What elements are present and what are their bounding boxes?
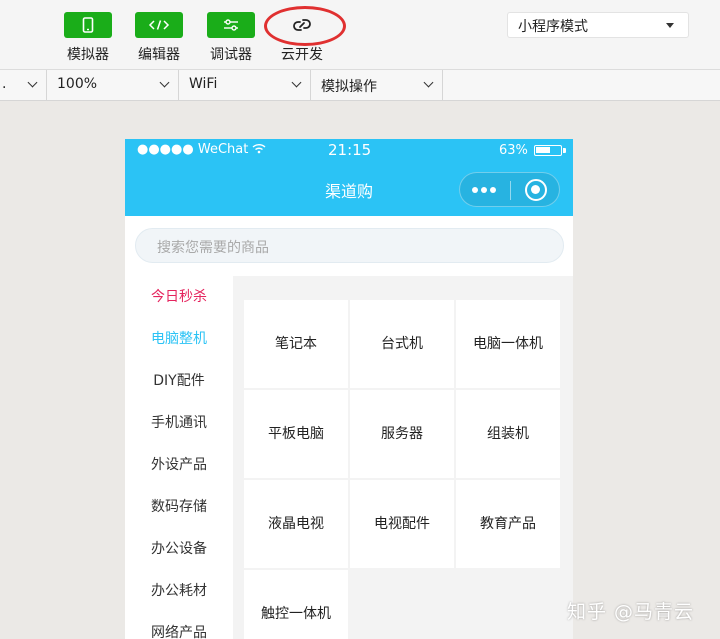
nav-bar: 渠道购 — [125, 161, 573, 216]
product-cell[interactable]: 平板电脑 — [244, 390, 348, 478]
clock: 21:15 — [328, 141, 372, 159]
category-item-active[interactable]: 电脑整机 — [125, 318, 233, 360]
product-cell[interactable]: 台式机 — [350, 300, 454, 388]
wifi-icon — [253, 144, 266, 154]
category-item[interactable]: 今日秒杀 — [125, 276, 233, 318]
zoom-value: 100% — [57, 76, 98, 92]
network-value: WiFi — [189, 76, 218, 92]
category-item[interactable]: 手机通讯 — [125, 402, 233, 444]
cloud-dev-label: 云开发 — [281, 47, 323, 63]
battery-fill — [536, 147, 550, 153]
product-cell[interactable]: 笔记本 — [244, 300, 348, 388]
product-cell[interactable]: 教育产品 — [456, 480, 560, 568]
capsule-menu — [459, 172, 560, 207]
category-item[interactable]: 外设产品 — [125, 444, 233, 486]
simulator-tool[interactable]: 模拟器 — [63, 12, 113, 64]
highlight-circle — [264, 6, 346, 46]
product-cell[interactable]: 组装机 — [456, 390, 560, 478]
debugger-tool[interactable]: 调试器 — [206, 12, 256, 64]
simulate-dropdown[interactable]: 模拟操作 — [311, 70, 443, 101]
chevron-down-icon — [423, 77, 434, 88]
product-cell[interactable]: 服务器 — [350, 390, 454, 478]
sliders-icon[interactable] — [207, 12, 255, 38]
editor-tool[interactable]: 编辑器 — [134, 12, 184, 64]
mode-select[interactable]: 小程序模式 — [507, 12, 689, 38]
network-dropdown[interactable]: WiFi — [179, 70, 311, 101]
phone-simulator: ●●●●● WeChat 21:15 63% 渠道购 搜索您需要的商品 今日秒杀… — [125, 139, 573, 639]
battery-percent: 63% — [499, 143, 528, 158]
carrier-label: ●●●●● WeChat — [137, 142, 266, 157]
zoom-dropdown[interactable]: 100% — [47, 70, 179, 101]
device-dropdown[interactable]: . — [0, 70, 47, 101]
product-grid: 笔记本 台式机 电脑一体机 平板电脑 服务器 组装机 液晶电视 电视配件 教育产… — [244, 300, 560, 639]
watermark: 知乎 @马青云 — [567, 601, 695, 623]
phone-icon[interactable] — [64, 12, 112, 38]
capsule-divider — [510, 181, 511, 200]
product-cell[interactable]: 触控一体机 — [244, 570, 348, 639]
close-target-icon[interactable] — [525, 179, 547, 201]
code-icon[interactable] — [135, 12, 183, 38]
more-icon[interactable] — [472, 187, 496, 193]
mode-select-value: 小程序模式 — [518, 19, 588, 35]
category-sidebar: 今日秒杀 电脑整机 DIY配件 手机通讯 外设产品 数码存储 办公设备 办公耗材… — [125, 276, 233, 639]
search-area: 搜索您需要的商品 — [125, 216, 573, 276]
editor-label: 编辑器 — [138, 47, 180, 63]
product-cell[interactable]: 电脑一体机 — [456, 300, 560, 388]
simulator-toolbar: . 100% WiFi 模拟操作 — [0, 70, 720, 101]
chevron-down-icon — [159, 77, 170, 88]
carrier-text: ●●●●● WeChat — [137, 142, 249, 157]
chevron-down-icon — [27, 77, 38, 88]
chevron-down-icon — [291, 77, 302, 88]
simulate-value: 模拟操作 — [321, 79, 377, 95]
category-item[interactable]: 办公耗材 — [125, 570, 233, 612]
category-item[interactable]: 办公设备 — [125, 528, 233, 570]
caret-down-icon — [666, 23, 674, 28]
top-toolbar: 模拟器 编辑器 调试器 云开发 小程序模式 — [0, 0, 720, 70]
battery-icon — [534, 145, 566, 156]
search-input[interactable]: 搜索您需要的商品 — [135, 228, 564, 263]
product-cell[interactable]: 电视配件 — [350, 480, 454, 568]
category-item[interactable]: DIY配件 — [125, 360, 233, 402]
simulator-label: 模拟器 — [67, 47, 109, 63]
category-item[interactable]: 数码存储 — [125, 486, 233, 528]
category-item[interactable]: 网络产品 — [125, 612, 233, 639]
product-cell[interactable]: 液晶电视 — [244, 480, 348, 568]
battery-tip — [563, 148, 566, 153]
device-value: . — [2, 76, 7, 92]
status-bar: ●●●●● WeChat 21:15 63% — [125, 139, 573, 161]
category-content: 今日秒杀 电脑整机 DIY配件 手机通讯 外设产品 数码存储 办公设备 办公耗材… — [125, 276, 573, 639]
debugger-label: 调试器 — [210, 47, 252, 63]
